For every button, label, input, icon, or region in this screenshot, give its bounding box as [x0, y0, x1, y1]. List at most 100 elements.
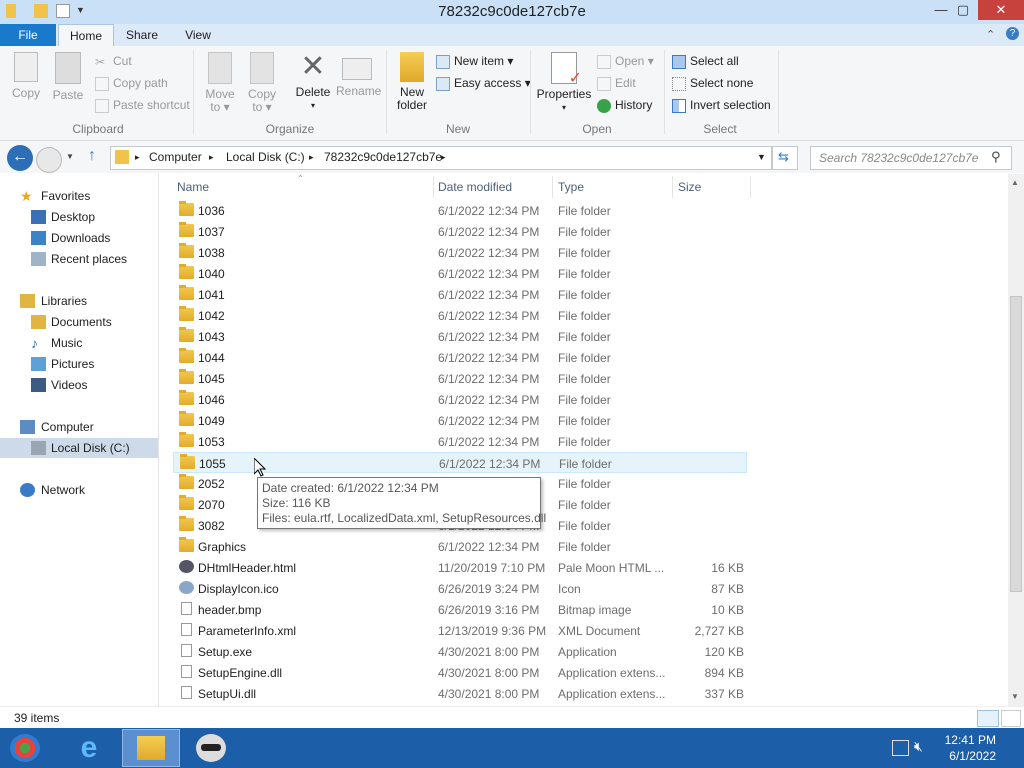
refresh-icon[interactable]: ⇆ — [772, 146, 798, 170]
quick-access-folder-icon[interactable] — [34, 4, 48, 18]
nav-documents[interactable]: Documents — [0, 312, 158, 332]
nav-downloads[interactable]: Downloads — [0, 228, 158, 248]
scroll-up-arrow-icon[interactable]: ▲ — [1011, 178, 1019, 187]
address-dropdown-icon[interactable]: ▼ — [757, 152, 766, 162]
new-item-button[interactable]: New item ▾ — [436, 51, 513, 71]
table-row[interactable]: DisplayIcon.ico 6/26/2019 3:24 PM Icon 87 K… — [173, 578, 747, 599]
cut-button[interactable]: ✂ Cut — [95, 51, 132, 71]
history-button[interactable]: History — [597, 95, 652, 115]
start-button-icon[interactable] — [10, 734, 40, 762]
flag-icon[interactable] — [892, 740, 909, 756]
column-divider[interactable] — [672, 176, 673, 198]
table-row[interactable]: 1041 6/1/2022 12:34 PM File folder — [173, 284, 747, 305]
close-button[interactable]: ✕ — [978, 0, 1024, 20]
column-header-type[interactable]: Type — [558, 180, 584, 194]
address-bar[interactable]: ▸ Computer ▸ Local Disk (C:) ▸ 78232c9c0… — [110, 146, 772, 170]
taskbar-file-explorer-button[interactable] — [122, 729, 180, 767]
collapse-ribbon-icon[interactable]: ⌃ — [986, 28, 995, 41]
table-row[interactable]: Graphics 6/1/2022 12:34 PM File folder — [173, 536, 747, 557]
table-row[interactable]: 1043 6/1/2022 12:34 PM File folder — [173, 326, 747, 347]
nav-videos[interactable]: Videos — [0, 375, 158, 395]
breadcrumb-computer[interactable]: Computer — [149, 150, 202, 164]
table-row[interactable]: 1036 6/1/2022 12:34 PM File folder — [173, 200, 747, 221]
edit-button[interactable]: Edit — [597, 73, 636, 93]
easy-access-button[interactable]: Easy access ▾ — [436, 73, 531, 93]
nav-network[interactable]: Network — [0, 480, 158, 500]
copy-to-button[interactable]: Copy to ▾ — [244, 52, 280, 114]
paste-shortcut-button[interactable]: Paste shortcut — [95, 95, 190, 115]
table-row[interactable]: 1042 6/1/2022 12:34 PM File folder — [173, 305, 747, 326]
table-row[interactable]: 1045 6/1/2022 12:34 PM File folder — [173, 368, 747, 389]
table-row[interactable]: 1049 6/1/2022 12:34 PM File folder — [173, 410, 747, 431]
breadcrumb-local-disk[interactable]: Local Disk (C:) — [226, 150, 305, 164]
invert-selection-button[interactable]: Invert selection — [672, 95, 771, 115]
search-icon[interactable]: ⚲ — [991, 149, 1001, 165]
copy-path-button[interactable]: Copy path — [95, 73, 168, 93]
back-arrow-icon[interactable]: ← — [7, 145, 33, 171]
scroll-down-arrow-icon[interactable]: ▼ — [1011, 692, 1019, 701]
raccoon-app-icon[interactable] — [196, 734, 226, 762]
help-icon[interactable]: ? — [1006, 27, 1019, 40]
volume-icon[interactable]: 🔇︎ — [914, 738, 923, 755]
column-header-date-modified[interactable]: Date modified — [438, 180, 512, 194]
breadcrumb-current-folder[interactable]: 78232c9c0de127cb7e — [324, 150, 442, 164]
recent-locations-dropdown-icon[interactable]: ▼ — [66, 152, 74, 161]
table-row[interactable]: SetupUi.dll 4/30/2021 8:00 PM Application … — [173, 683, 747, 704]
details-view-icon[interactable] — [977, 710, 999, 727]
table-row[interactable]: 1046 6/1/2022 12:34 PM File folder — [173, 389, 747, 410]
properties-button[interactable]: ✓ Properties ▾ — [536, 52, 592, 114]
tab-home[interactable]: Home — [58, 24, 114, 47]
internet-explorer-icon[interactable]: e — [74, 733, 104, 763]
nav-local-disk[interactable]: Local Disk (C:) — [0, 438, 158, 458]
column-header-size[interactable]: Size — [678, 180, 701, 194]
table-row[interactable]: header.bmp 6/26/2019 3:16 PM Bitmap image 1… — [173, 599, 747, 620]
table-row[interactable]: Setup.exe 4/30/2021 8:00 PM Application 120… — [173, 641, 747, 662]
table-row[interactable]: SetupEngine.dll 4/30/2021 8:00 PM Applicat… — [173, 662, 747, 683]
quick-access-dropdown-icon[interactable]: ▼ — [76, 5, 85, 15]
breadcrumb-separator[interactable]: ▸ — [441, 152, 446, 163]
breadcrumb-separator[interactable]: ▸ — [309, 152, 314, 163]
nav-favorites[interactable]: ★ Favorites — [0, 186, 158, 206]
nav-music[interactable]: ♪ Music — [0, 333, 158, 353]
large-icons-view-icon[interactable] — [1001, 710, 1021, 727]
paste-button[interactable]: Paste — [50, 52, 86, 102]
tab-file[interactable]: File — [0, 24, 56, 46]
search-input[interactable]: Search 78232c9c0de127cb7e ⚲ — [810, 146, 1012, 170]
table-row[interactable]: 1044 6/1/2022 12:34 PM File folder — [173, 347, 747, 368]
open-button[interactable]: Open ▾ — [597, 51, 654, 71]
move-to-button[interactable]: Move to ▾ — [202, 52, 238, 114]
copy-path-icon — [95, 76, 109, 91]
table-row[interactable]: 1053 6/1/2022 12:34 PM File folder — [173, 431, 747, 452]
column-divider[interactable] — [552, 176, 553, 198]
drive-icon — [31, 441, 46, 455]
nav-computer[interactable]: Computer — [0, 417, 158, 437]
up-arrow-icon[interactable]: ↑ — [88, 147, 96, 165]
maximize-button[interactable]: ▢ — [948, 0, 978, 20]
column-divider[interactable] — [433, 176, 434, 198]
table-row[interactable]: ParameterInfo.xml 12/13/2019 9:36 PM XML D… — [173, 620, 747, 641]
clock[interactable]: 12:41 PM 6/1/2022 — [945, 732, 996, 764]
select-none-button[interactable]: Select none — [672, 73, 753, 93]
new-folder-button[interactable]: New folder — [392, 52, 432, 112]
quick-access-properties-icon[interactable] — [56, 4, 70, 18]
tab-share[interactable]: Share — [118, 24, 166, 46]
forward-arrow-icon[interactable] — [36, 147, 62, 173]
rename-button[interactable]: Rename — [336, 52, 381, 98]
nav-desktop[interactable]: Desktop — [0, 207, 158, 227]
nav-recent-places[interactable]: Recent places — [0, 249, 158, 269]
scrollbar-thumb[interactable] — [1010, 296, 1022, 592]
select-all-button[interactable]: Select all — [672, 51, 739, 71]
column-header-name[interactable]: Name — [177, 180, 209, 194]
breadcrumb-separator[interactable]: ▸ — [135, 152, 140, 163]
nav-libraries[interactable]: Libraries — [0, 291, 158, 311]
delete-button[interactable]: ✕ Delete ▾ — [292, 52, 334, 112]
column-divider[interactable] — [750, 176, 751, 198]
table-row[interactable]: 1038 6/1/2022 12:34 PM File folder — [173, 242, 747, 263]
copy-button[interactable]: Copy — [8, 52, 44, 100]
table-row[interactable]: DHtmlHeader.html 11/20/2019 7:10 PM Pale M… — [173, 557, 747, 578]
table-row[interactable]: 1040 6/1/2022 12:34 PM File folder — [173, 263, 747, 284]
breadcrumb-separator[interactable]: ▸ — [209, 152, 214, 163]
nav-pictures[interactable]: Pictures — [0, 354, 158, 374]
table-row[interactable]: 1037 6/1/2022 12:34 PM File folder — [173, 221, 747, 242]
tab-view[interactable]: View — [174, 24, 222, 46]
